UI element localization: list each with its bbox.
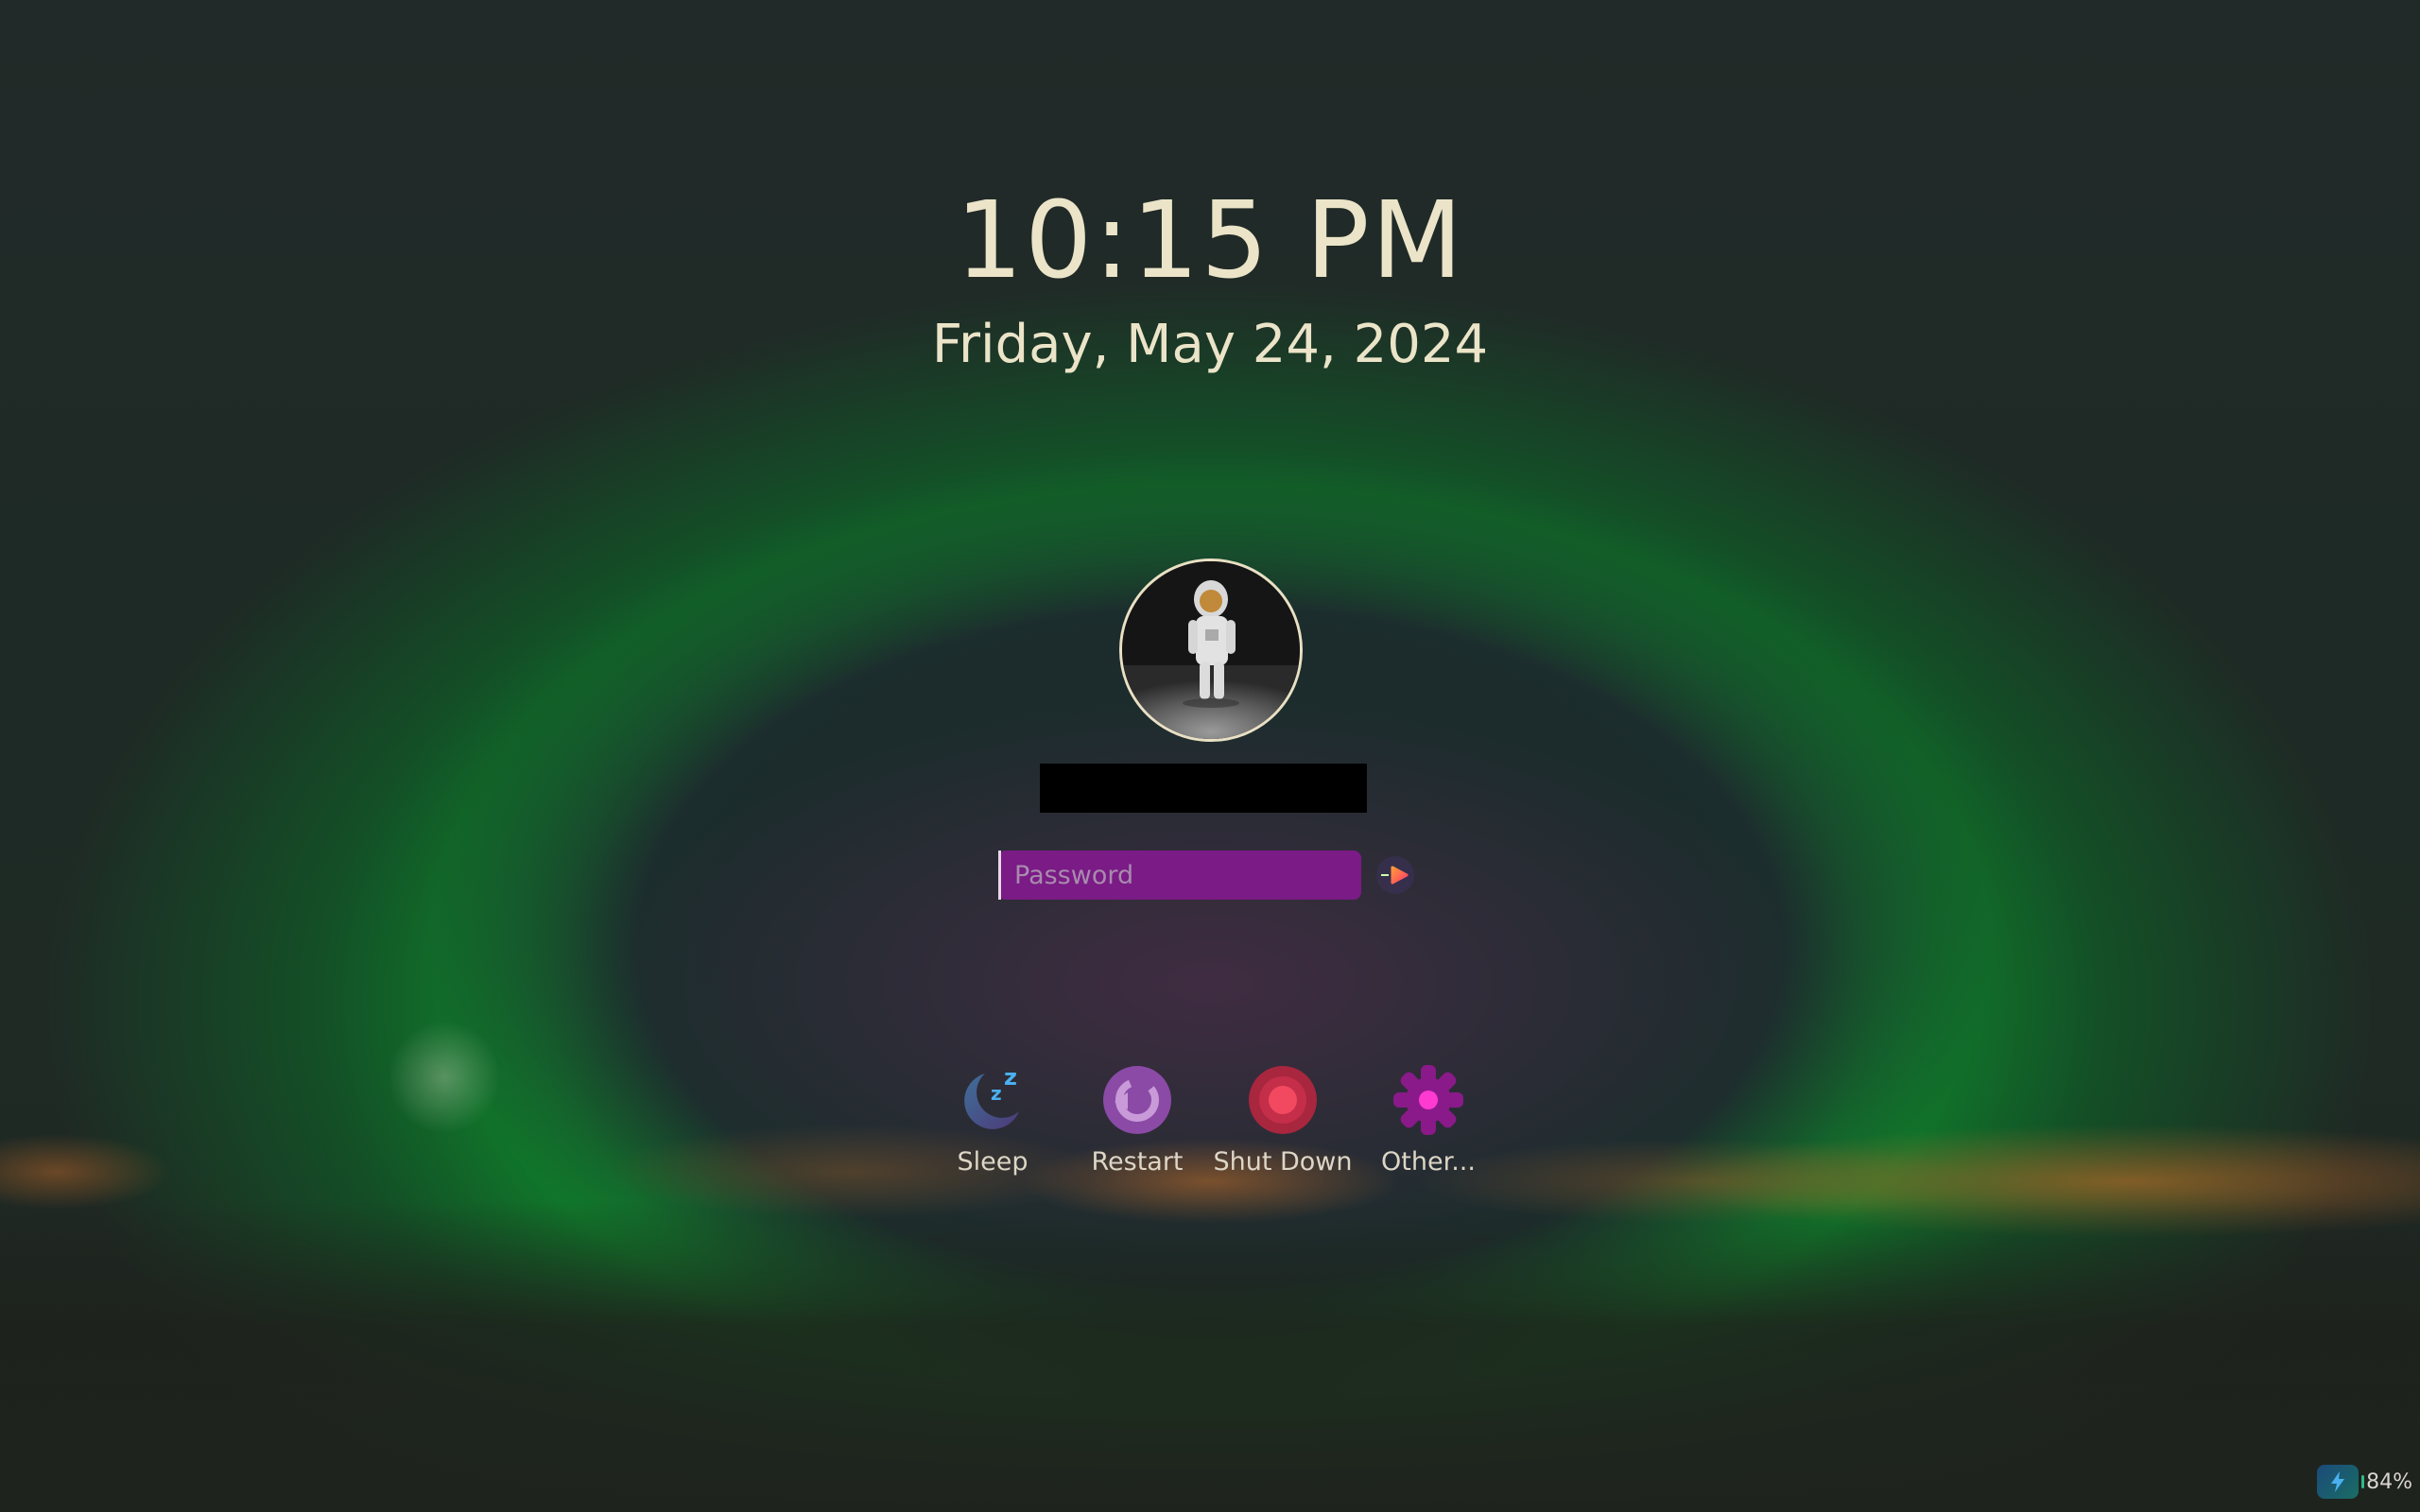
sleep-label: Sleep bbox=[957, 1147, 1028, 1177]
battery-charging-icon bbox=[2317, 1465, 2365, 1499]
clock-time: 10:15 PM bbox=[955, 180, 1465, 302]
password-field[interactable] bbox=[998, 850, 1361, 900]
shut-down-label: Shut Down bbox=[1213, 1147, 1353, 1177]
astronaut-image bbox=[1122, 561, 1300, 739]
arrow-right-icon bbox=[1381, 866, 1409, 885]
password-input[interactable] bbox=[998, 850, 1361, 900]
other-button[interactable]: Other... bbox=[1348, 1064, 1509, 1177]
restart-button[interactable]: Restart bbox=[1057, 1064, 1218, 1177]
status-bar: 84% bbox=[2317, 1465, 2412, 1499]
battery-percent: 84% bbox=[2366, 1469, 2412, 1494]
gear-icon bbox=[1392, 1064, 1464, 1136]
submit-button[interactable] bbox=[1376, 856, 1414, 894]
clock-date: Friday, May 24, 2024 bbox=[931, 314, 1489, 375]
sleep-button[interactable]: z z Sleep bbox=[912, 1064, 1073, 1177]
shut-down-button[interactable]: Shut Down bbox=[1202, 1064, 1363, 1177]
shut-down-icon bbox=[1247, 1064, 1319, 1136]
username-field bbox=[1040, 764, 1367, 813]
restart-icon bbox=[1101, 1064, 1173, 1136]
sleep-icon: z z bbox=[957, 1064, 1028, 1136]
svg-text:z: z bbox=[1004, 1064, 1017, 1091]
power-actions: z z Sleep Restart Shut Down Other... bbox=[0, 1064, 2420, 1187]
svg-text:z: z bbox=[991, 1082, 1002, 1105]
ground bbox=[0, 1200, 2420, 1512]
login-screen: 10:15 PM Friday, May 24, 2024 z z Sleep … bbox=[0, 0, 2420, 1512]
restart-label: Restart bbox=[1091, 1147, 1184, 1177]
other-label: Other... bbox=[1381, 1147, 1476, 1177]
avatar[interactable] bbox=[1119, 558, 1303, 742]
